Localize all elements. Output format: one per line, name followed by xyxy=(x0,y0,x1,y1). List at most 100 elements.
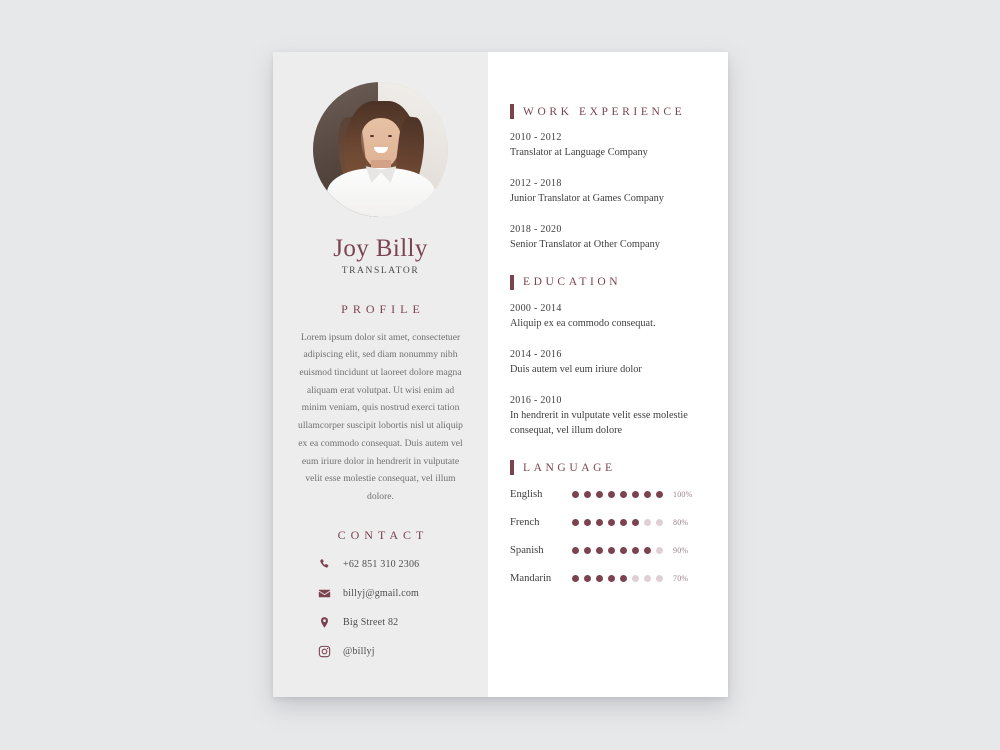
photo-eye-right xyxy=(387,134,392,137)
photo-eye-left xyxy=(369,134,374,137)
entry-description: Duis autem vel eum iriure dolor xyxy=(510,363,642,375)
dot-filled xyxy=(572,491,579,499)
section-title: EDUCATION xyxy=(523,276,622,289)
language-row: Spanish 90% xyxy=(510,545,698,556)
education-entry: 2014 - 2016 Duis autem vel eum iriure do… xyxy=(510,349,698,378)
language-name: French xyxy=(510,517,540,529)
contact-list: +62 851 310 2306 billyj@gmail.com Big St… xyxy=(295,557,466,659)
left-sidebar-panel: Joy Billy TRANSLATOR PROFILE Lorem ipsum… xyxy=(273,52,488,697)
dot-filled xyxy=(644,547,651,555)
dot-filled xyxy=(596,491,603,499)
language-percent: 70% xyxy=(673,574,689,584)
entry-description: Translator at Language Company xyxy=(510,147,648,158)
entry-description: Senior Translator at Other Company xyxy=(510,238,660,250)
dot-filled xyxy=(608,575,615,583)
entry-description: Junior Translator at Games Company xyxy=(510,192,664,204)
language-rating-list: English 100% French 80% Spanish 90% Mandarin 70… xyxy=(510,489,698,584)
job-title: TRANSLATOR xyxy=(341,265,420,276)
language-percent: 100% xyxy=(673,490,693,500)
language-level-dots xyxy=(572,491,663,499)
dot-empty xyxy=(656,519,663,527)
language-heading: LANGUAGE xyxy=(510,460,698,476)
resume-card: Joy Billy TRANSLATOR PROFILE Lorem ipsum… xyxy=(273,52,728,697)
dot-filled xyxy=(632,519,639,527)
heading-bar-marker xyxy=(510,104,514,119)
person-name: Joy Billy xyxy=(333,235,428,262)
entry-date: 2010 - 2012 xyxy=(510,132,562,143)
section-title: WORK EXPERIENCE xyxy=(523,105,686,118)
contact-item-phone[interactable]: +62 851 310 2306 xyxy=(317,557,419,572)
work-entry: 2018 - 2020 Senior Translator at Other C… xyxy=(510,224,698,253)
dot-filled xyxy=(620,519,627,527)
dot-filled xyxy=(644,491,651,499)
dot-empty xyxy=(656,547,663,555)
dot-filled xyxy=(572,575,579,583)
dot-empty xyxy=(644,519,651,527)
contact-item-email[interactable]: billyj@gmail.com xyxy=(317,586,419,601)
contact-value-phone: +62 851 310 2306 xyxy=(343,558,420,570)
entry-date: 2014 - 2016 xyxy=(510,348,562,360)
instagram-icon xyxy=(317,644,332,659)
phone-icon xyxy=(317,557,332,572)
work-entry: 2010 - 2012 Translator at Language Compa… xyxy=(510,132,698,161)
language-percent: 90% xyxy=(673,546,689,556)
work-experience-section: WORK EXPERIENCE 2010 - 2012 Translator a… xyxy=(510,104,698,253)
dot-filled xyxy=(584,547,591,555)
dot-filled xyxy=(656,491,663,499)
language-level-dots xyxy=(572,547,663,555)
profile-description: Lorem ipsum dolor sit amet, consectetuer… xyxy=(298,331,463,503)
contact-heading: CONTACT xyxy=(337,527,429,542)
dot-filled xyxy=(596,519,603,527)
dot-filled xyxy=(584,519,591,527)
dot-filled xyxy=(620,491,627,499)
dot-filled xyxy=(596,575,603,583)
section-title: LANGUAGE xyxy=(523,461,616,474)
language-percent: 80% xyxy=(673,518,689,528)
entry-date: 2000 - 2014 xyxy=(510,302,562,314)
map-pin-icon xyxy=(317,615,332,630)
dot-filled xyxy=(572,519,579,527)
heading-bar-marker xyxy=(510,460,514,476)
language-name: English xyxy=(510,489,543,501)
dot-filled xyxy=(596,547,603,555)
dot-filled xyxy=(620,547,627,555)
entry-date: 2012 - 2018 xyxy=(510,177,562,189)
entry-date: 2016 - 2010 xyxy=(510,394,562,406)
profile-heading: PROFILE xyxy=(341,301,425,316)
education-entry: 2016 - 2010 In hendrerit in vulputate ve… xyxy=(510,395,698,439)
dot-filled xyxy=(620,575,627,583)
education-entry: 2000 - 2014 Aliquip ex ea commodo conseq… xyxy=(510,303,698,332)
language-level-dots xyxy=(572,575,663,583)
entry-date: 2018 - 2020 xyxy=(510,223,562,235)
language-row: Mandarin 70% xyxy=(510,573,698,584)
dot-empty xyxy=(644,575,651,583)
contact-value-email: billyj@gmail.com xyxy=(343,587,420,599)
avatar xyxy=(313,82,448,217)
work-entry: 2012 - 2018 Junior Translator at Games C… xyxy=(510,178,698,207)
contact-value-instagram: @billyj xyxy=(343,645,375,657)
envelope-icon xyxy=(317,586,332,601)
right-content-panel: WORK EXPERIENCE 2010 - 2012 Translator a… xyxy=(488,52,728,697)
entry-description: In hendrerit in vulputate velit esse mol… xyxy=(510,409,688,436)
language-section: LANGUAGE English 100% French 80% Spanish 90% M… xyxy=(510,460,698,584)
contact-item-instagram[interactable]: @billyj xyxy=(317,644,375,659)
language-row: English 100% xyxy=(510,489,698,500)
heading-bar-marker xyxy=(510,274,514,290)
dot-empty xyxy=(656,575,663,583)
contact-item-address[interactable]: Big Street 82 xyxy=(317,615,398,630)
contact-value-address: Big Street 82 xyxy=(343,616,399,628)
language-name: Spanish xyxy=(510,545,544,557)
dot-empty xyxy=(632,575,639,583)
dot-filled xyxy=(584,575,591,583)
language-row: French 80% xyxy=(510,517,698,528)
dot-filled xyxy=(632,547,639,555)
dot-filled xyxy=(632,491,639,499)
dot-filled xyxy=(584,491,591,499)
language-level-dots xyxy=(572,519,663,527)
dot-filled xyxy=(608,491,615,499)
language-name: Mandarin xyxy=(510,573,552,585)
dot-filled xyxy=(608,519,615,527)
education-section: EDUCATION 2000 - 2014 Aliquip ex ea comm… xyxy=(510,274,698,439)
dot-filled xyxy=(572,547,579,555)
work-experience-heading: WORK EXPERIENCE xyxy=(510,104,698,119)
